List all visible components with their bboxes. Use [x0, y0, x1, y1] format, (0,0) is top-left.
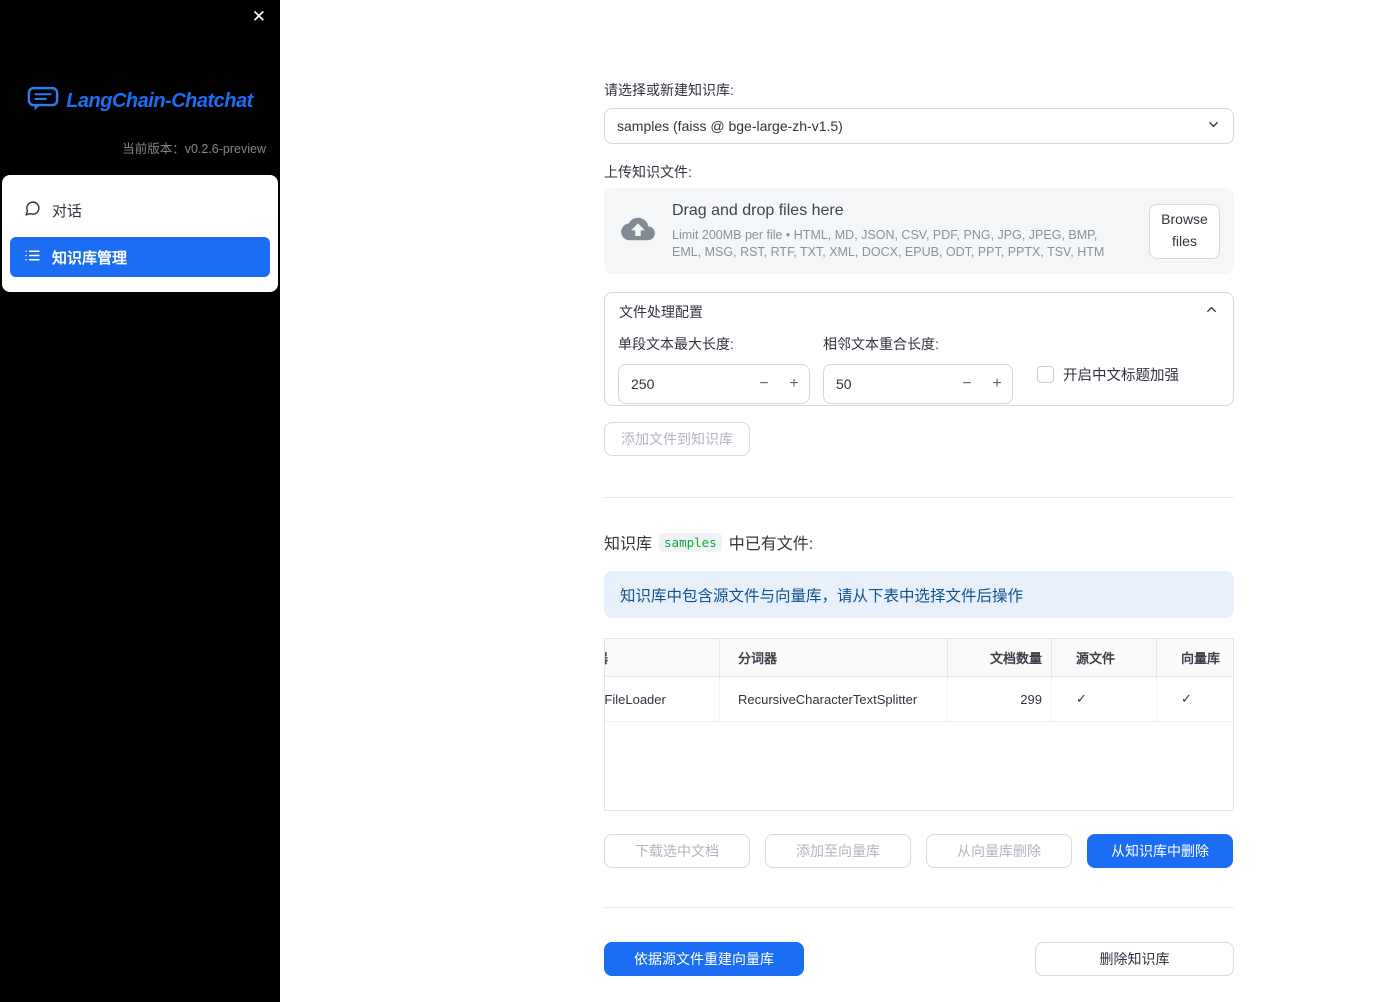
sidebar-item-knowledge-base[interactable]: 知识库管理	[10, 237, 270, 277]
dropzone-limit: Limit 200MB per file • HTML, MD, JSON, C…	[672, 227, 1105, 259]
rebuild-vector-store-button[interactable]: 依据源文件重建向量库	[604, 942, 804, 976]
overlap-size-group: 相邻文本重合长度: − +	[823, 334, 1013, 404]
dropzone-title: Drag and drop files here	[672, 201, 844, 219]
download-selected-button[interactable]: 下载选中文档	[604, 834, 750, 868]
zh-title-enhance-checkbox[interactable]: 开启中文标题加强	[1037, 364, 1179, 385]
kb-files-table[interactable]: 文档加载器 分词器 文档数量 源文件 向量库 UnstructuredFileL…	[604, 638, 1234, 811]
sidebar-item-label: 知识库管理	[52, 249, 128, 267]
chunk-size-group: 单段文本最大长度: − +	[618, 334, 810, 404]
add-to-vector-store-button[interactable]: 添加至向量库	[765, 834, 911, 868]
app-logo: LangChain-Chatchat	[0, 86, 280, 116]
plus-button[interactable]: +	[982, 375, 1012, 393]
table-inner: 文档加载器 分词器 文档数量 源文件 向量库 UnstructuredFileL…	[605, 639, 1233, 722]
kb-select[interactable]: samples (faiss @ bge-large-zh-v1.5)	[604, 108, 1234, 144]
column-header-source-file[interactable]: 源文件	[1052, 639, 1157, 676]
kb-select-value: samples (faiss @ bge-large-zh-v1.5)	[617, 118, 843, 134]
main-content: 请选择或新建知识库: samples (faiss @ bge-large-zh…	[604, 0, 1234, 976]
minus-button[interactable]: −	[952, 375, 982, 393]
sidebar-item-label: 对话	[52, 202, 83, 220]
browse-files-button[interactable]: Browse files	[1149, 203, 1220, 259]
version-label: 当前版本：v0.2.6-preview	[122, 142, 266, 156]
column-header-loader[interactable]: 文档加载器	[605, 639, 720, 676]
checkbox-icon[interactable]	[1037, 366, 1054, 383]
overlap-size-stepper: − +	[823, 364, 1013, 404]
kb-files-heading: 知识库 samples 中已有文件:	[604, 530, 1234, 554]
cell-source-check[interactable]: ✓	[1052, 677, 1157, 721]
expander-title: 文件处理配置	[619, 303, 703, 320]
logo-chat-icon	[27, 86, 59, 116]
minus-button[interactable]: −	[749, 375, 779, 393]
column-header-splitter[interactable]: 分词器	[720, 639, 948, 676]
chevron-down-icon	[1206, 117, 1221, 135]
cell-loader[interactable]: UnstructuredFileLoader	[605, 677, 720, 721]
kb-files-suffix: 中已有文件:	[728, 536, 814, 553]
kb-files-prefix: 知识库	[604, 536, 653, 553]
logo-text: LangChain-Chatchat	[66, 89, 253, 112]
cell-splitter[interactable]: RecursiveCharacterTextSplitter	[720, 677, 948, 721]
add-files-button[interactable]: 添加文件到知识库	[604, 422, 750, 456]
table-header-row: 文档加载器 分词器 文档数量 源文件 向量库	[605, 639, 1233, 677]
delete-from-vector-store-button[interactable]: 从向量库删除	[926, 834, 1072, 868]
sidebar-item-dialogue[interactable]: 对话	[10, 190, 270, 230]
chunk-size-stepper: − +	[618, 364, 810, 404]
cell-doc-count[interactable]: 299	[948, 677, 1052, 721]
cloud-upload-icon	[620, 215, 656, 248]
chevron-up-icon[interactable]	[1204, 302, 1219, 322]
chunk-size-input[interactable]	[619, 376, 749, 392]
info-text: 知识库中包含源文件与向量库，请从下表中选择文件后操作	[620, 587, 1024, 605]
chunk-size-label: 单段文本最大长度:	[618, 336, 734, 352]
plus-button[interactable]: +	[779, 375, 809, 393]
kb-select-label: 请选择或新建知识库:	[604, 82, 734, 98]
file-config-expander: 文件处理配置 单段文本最大长度: − + 相邻文本重合长度:	[604, 292, 1234, 406]
bottom-actions: 依据源文件重建向量库 删除知识库	[604, 942, 1234, 976]
divider	[604, 497, 1234, 498]
delete-kb-button[interactable]: 删除知识库	[1035, 942, 1234, 976]
overlap-size-input[interactable]	[824, 376, 952, 392]
column-header-doc-count[interactable]: 文档数量	[948, 639, 1052, 676]
cell-vector-check[interactable]: ✓	[1157, 677, 1233, 721]
sidebar-menu: 对话 知识库管理	[2, 175, 278, 292]
table-actions: 下载选中文档 添加至向量库 从向量库删除 从知识库中删除	[604, 834, 1234, 868]
sidebar: ✕ LangChain-Chatchat 当前版本：v0.2.6-preview	[0, 0, 280, 1002]
delete-from-kb-button[interactable]: 从知识库中删除	[1087, 834, 1233, 868]
upload-label: 上传知识文件:	[604, 164, 692, 180]
list-icon	[24, 247, 41, 268]
kb-name-code: samples	[659, 532, 722, 552]
divider	[604, 907, 1234, 908]
app-window: ✕ LangChain-Chatchat 当前版本：v0.2.6-preview	[0, 0, 1380, 1002]
table-row[interactable]: UnstructuredFileLoader RecursiveCharacte…	[605, 677, 1233, 722]
checkbox-label: 开启中文标题加强	[1063, 368, 1179, 384]
file-dropzone[interactable]: Drag and drop files here Limit 200MB per…	[604, 188, 1234, 274]
overlap-size-label: 相邻文本重合长度:	[823, 336, 939, 352]
dropzone-text: Drag and drop files here Limit 200MB per…	[672, 202, 1133, 261]
expander-header[interactable]: 文件处理配置	[605, 293, 1233, 330]
column-header-vector-store[interactable]: 向量库	[1157, 639, 1233, 676]
info-banner: 知识库中包含源文件与向量库，请从下表中选择文件后操作	[604, 571, 1234, 618]
close-icon[interactable]: ✕	[252, 8, 266, 25]
chat-bubble-icon	[24, 200, 41, 221]
expander-body: 单段文本最大长度: − + 相邻文本重合长度: − +	[605, 330, 1233, 404]
